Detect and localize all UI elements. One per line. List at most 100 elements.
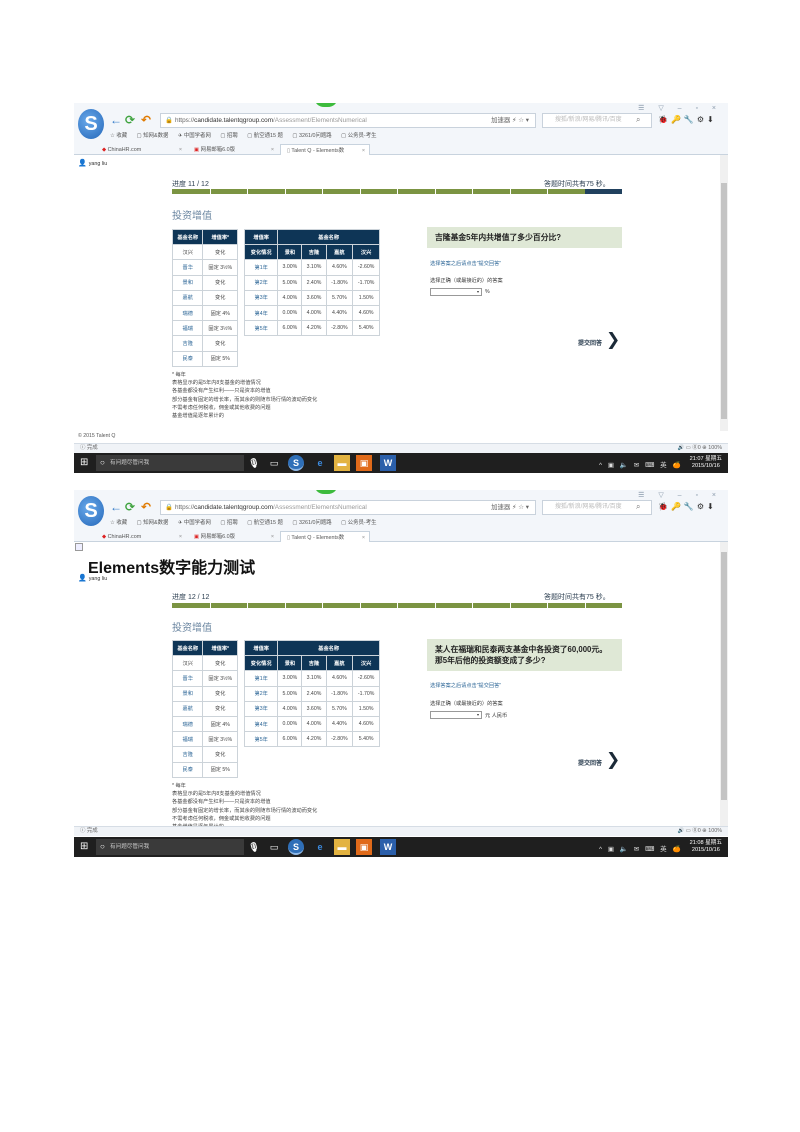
table-cell: 变化	[202, 685, 238, 702]
mic-icon[interactable]: 🎙	[246, 455, 262, 471]
answer-label: 选择正确（或最接近的）的答案	[430, 278, 503, 284]
bookmark-item[interactable]: ▢ 公务员-考生	[341, 520, 376, 526]
table-cell: 4.60%	[325, 670, 354, 687]
answer-select[interactable]: ▾	[430, 711, 482, 719]
sogou-taskbar-icon[interactable]: S	[288, 839, 304, 855]
search-icon[interactable]: ⌕	[636, 502, 640, 512]
undo-icon[interactable]: ↶	[141, 113, 151, 127]
submit-button[interactable]: 提交回答	[578, 758, 602, 767]
table-cell: 0.00%	[277, 715, 303, 733]
table-cell: 变化	[202, 335, 238, 352]
task-view-icon[interactable]: ▭	[266, 455, 282, 471]
progress-segment-divider	[359, 189, 361, 194]
toolbar-icons[interactable]: 🐞🔑🔧⚙⬇	[658, 502, 717, 511]
vertical-scrollbar[interactable]	[720, 542, 728, 826]
task-view-icon[interactable]: ▭	[266, 839, 282, 855]
lock-icon: 🔒	[165, 117, 173, 124]
address-bar[interactable]: 🔒 https://candidate.talentqgroup.com/Asse…	[160, 500, 536, 515]
status-right[interactable]: 🔊 ▭ ⓪0 ⊕ 100%	[678, 444, 723, 453]
bookmark-item[interactable]: ▢ 航空通15 题	[247, 520, 283, 526]
search-icon[interactable]: ⌕	[636, 115, 640, 125]
bookmark-item[interactable]: ▢ 招聘	[220, 133, 237, 139]
table-cell: 4.00%	[301, 715, 327, 733]
table-header-row: 变化情况 景和 吉隆 嘉航 汉兴	[243, 655, 380, 672]
scroll-thumb[interactable]	[721, 183, 727, 419]
system-tray[interactable]: ^ ▣ 🔈 ✉ ⌨ 英 🍊	[599, 459, 683, 469]
bookmark-item[interactable]: ▢ 知网&数据	[137, 520, 169, 526]
chevron-right-icon[interactable]: ❯	[606, 750, 620, 770]
tab-netease-mail[interactable]: ▣ 网易邮箱6.0版 ×	[188, 531, 278, 542]
bookmark-item[interactable]: ▢ 公务员-考生	[341, 133, 376, 139]
word-icon[interactable]: W	[380, 839, 396, 855]
addr-side-tools[interactable]: 加速器 ⚡ ☆ ▾	[491, 501, 529, 514]
tab-chinahr[interactable]: ◆ ChinaHR.com ×	[96, 144, 186, 155]
table-cell: 第1年	[243, 670, 279, 687]
tab-talentq[interactable]: ▯ Talent Q - Elements数 ×	[280, 144, 370, 155]
refresh-icon[interactable]: ⟳	[125, 500, 135, 514]
table-cell: 5.40%	[352, 731, 380, 748]
window-controls[interactable]: ☰ ▽ – ▫ ×	[638, 104, 722, 112]
bookmark-item[interactable]: ▢ 招聘	[220, 520, 237, 526]
table-cell: 4.40%	[325, 715, 354, 733]
bookmark-item[interactable]: ☆ 收藏	[110, 520, 127, 526]
back-arrow-icon[interactable]: ←	[110, 113, 122, 127]
vertical-scrollbar[interactable]	[720, 155, 728, 431]
addr-side-tools[interactable]: 加速器 ⚡ ☆ ▾	[491, 114, 529, 127]
ie-icon[interactable]: e	[312, 839, 328, 855]
windows-icon[interactable]: ⊞	[80, 458, 88, 468]
table-notes: * 每年 表格显示的是5年内8支基金的增值情况 各基金都没有产生红利——只是资本的增…	[172, 371, 317, 420]
answer-unit: %	[485, 289, 490, 295]
folder-icon[interactable]: ▬	[334, 455, 350, 471]
bookmark-item[interactable]: ▢ 航空通15 题	[247, 133, 283, 139]
table-cell: 固定 3½%	[202, 670, 238, 687]
status-right[interactable]: 🔊 ▭ ⓪0 ⊕ 100%	[678, 827, 723, 836]
tab-talentq[interactable]: ▯ Talent Q - Elements数 ×	[280, 531, 370, 542]
ie-icon[interactable]: e	[312, 455, 328, 471]
clock[interactable]: 21:07 星期五 2015/10/16	[690, 456, 722, 470]
table-cell: 汉兴	[171, 655, 204, 672]
app-orange-icon[interactable]: ▣	[356, 839, 372, 855]
sogou-taskbar-icon[interactable]: S	[288, 455, 304, 471]
tab-netease-mail[interactable]: ▣ 网易邮箱6.0版 ×	[188, 144, 278, 155]
progress-segment-divider	[209, 603, 211, 608]
app-orange-icon[interactable]: ▣	[356, 455, 372, 471]
table-cell: 固定 4%	[202, 304, 238, 322]
window-controls[interactable]: ☰ ▽ – ▫ ×	[638, 491, 722, 499]
address-bar[interactable]: 🔒 https://candidate.talentqgroup.com/Asse…	[160, 113, 536, 128]
bookmark-item[interactable]: ▢ 3261/0问题路	[292, 520, 331, 526]
bookmark-item[interactable]: ▢ 知网&数据	[137, 133, 169, 139]
table-header-cell: 增值率	[243, 228, 279, 246]
table-cell: 变化	[202, 746, 238, 763]
scroll-thumb[interactable]	[721, 552, 727, 800]
sogou-browser-logo[interactable]: S	[78, 109, 104, 139]
taskbar-search[interactable]: ○ 有问题尽管问我	[96, 455, 244, 471]
table-cell: 固定 3½%	[202, 320, 238, 337]
bookmark-item[interactable]: ☆ 收藏	[110, 133, 127, 139]
answer-select[interactable]: ▾	[430, 288, 482, 296]
table-cell: 变化	[202, 289, 238, 306]
refresh-icon[interactable]: ⟳	[125, 113, 135, 127]
mic-icon[interactable]: 🎙	[246, 839, 262, 855]
tab-chinahr[interactable]: ◆ ChinaHR.com ×	[96, 531, 186, 542]
taskbar-search[interactable]: ○ 有问题尽管问我	[96, 839, 244, 855]
submit-button[interactable]: 提交回答	[578, 338, 602, 347]
system-tray[interactable]: ^ ▣ 🔈 ✉ ⌨ 英 🍊	[599, 843, 683, 853]
table-cell: -2.60%	[352, 670, 380, 687]
table-row: 嘉航 变化	[171, 700, 238, 717]
word-icon[interactable]: W	[380, 455, 396, 471]
back-arrow-icon[interactable]: ←	[110, 500, 122, 514]
folder-icon[interactable]: ▬	[334, 839, 350, 855]
table-cell: 第2年	[243, 685, 279, 702]
bookmark-item[interactable]: ▢ 3261/0问题路	[292, 133, 331, 139]
bookmark-item[interactable]: ✈ 中国学者网	[178, 133, 211, 139]
sogou-browser-logo[interactable]: S	[78, 496, 104, 526]
undo-icon[interactable]: ↶	[141, 500, 151, 514]
chevron-right-icon[interactable]: ❯	[606, 330, 620, 350]
toolbar-icons[interactable]: 🐞🔑🔧⚙⬇	[658, 115, 717, 124]
windows-icon[interactable]: ⊞	[80, 842, 88, 852]
table-row: 第2年 5.00% 2.40% -1.80% -1.70%	[243, 685, 380, 702]
clock[interactable]: 21:08 星期五 2015/10/16	[690, 840, 722, 854]
bookmark-item[interactable]: ✈ 中国学者网	[178, 520, 211, 526]
table-row: 第5年 6.00% 4.20% -2.80% 5.40%	[243, 320, 380, 337]
fund-table: 基金名称 增值率* 汉兴 变化 晋华 固定 3½% 景和 变化 嘉航 变化 瑞德 固定 4% 福瑞 固定 …	[171, 228, 238, 367]
